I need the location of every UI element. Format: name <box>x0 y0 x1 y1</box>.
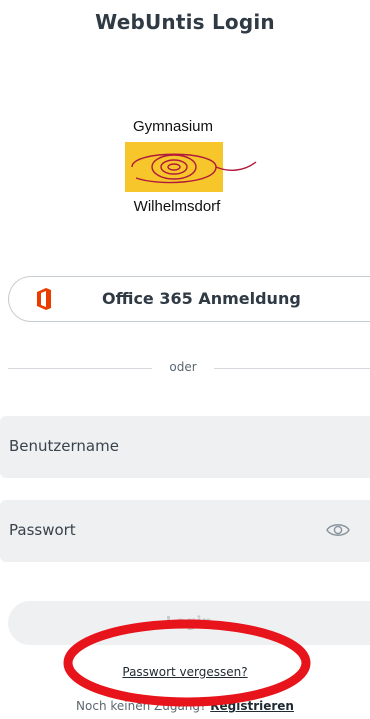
divider-line-right <box>214 368 370 369</box>
login-page: WebUntis Login Gymnasium Wilhelmsdorf Of… <box>0 0 370 719</box>
logo-swirl-icon <box>131 153 257 184</box>
office365-button-label: Office 365 Anmeldung <box>102 289 301 308</box>
login-button-label: Login <box>165 613 213 631</box>
eye-icon[interactable] <box>326 520 350 540</box>
password-placeholder: Passwort <box>9 521 76 539</box>
login-button[interactable]: Login <box>8 601 370 645</box>
register-link[interactable]: Registrieren <box>210 699 294 713</box>
register-row: Noch keinen Zugang? Registrieren <box>0 699 370 713</box>
office-icon <box>37 288 51 310</box>
logo-bottom-text: Wilhelmsdorf <box>133 198 221 215</box>
username-field[interactable]: Benutzername <box>0 416 370 478</box>
office365-login-button[interactable]: Office 365 Anmeldung <box>8 276 370 322</box>
divider-text: oder <box>169 360 197 374</box>
no-access-text: Noch keinen Zugang? <box>76 699 207 713</box>
or-divider: oder <box>0 360 370 376</box>
username-placeholder: Benutzername <box>9 437 119 455</box>
page-title: WebUntis Login <box>95 10 275 34</box>
forgot-password-link[interactable]: Passwort vergessen? <box>0 665 370 679</box>
school-logo: Gymnasium Wilhelmsdorf <box>118 118 258 228</box>
divider-line-left <box>8 368 152 369</box>
password-field[interactable]: Passwort <box>0 500 370 562</box>
